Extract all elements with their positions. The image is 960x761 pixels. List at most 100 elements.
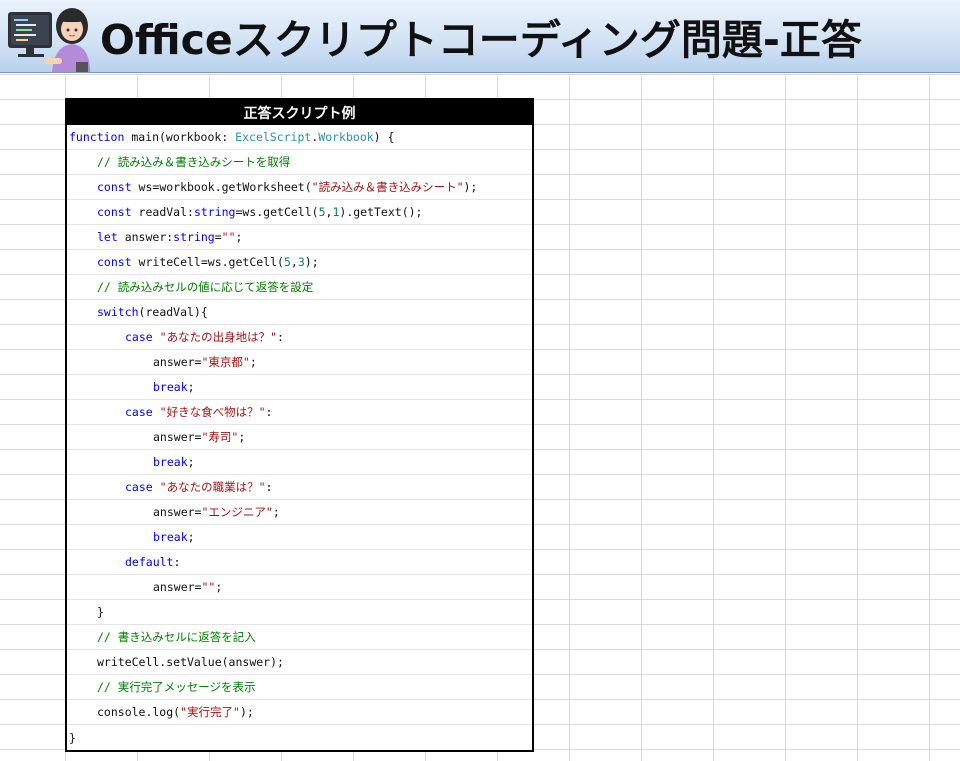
code-line[interactable]: break; bbox=[67, 375, 532, 400]
code-line[interactable]: // 読み込み＆書き込みシートを取得 bbox=[67, 150, 532, 175]
code-token: : bbox=[173, 555, 181, 569]
code-token: Workbook bbox=[318, 130, 374, 144]
code-line[interactable]: // 実行完了メッセージを表示 bbox=[67, 675, 532, 700]
code-number: 5 bbox=[318, 205, 326, 219]
code-string: "エンジニア" bbox=[201, 505, 273, 519]
code-comment: // 書き込みセルに返答を記入 bbox=[97, 630, 256, 644]
code-token: ).getText(); bbox=[339, 205, 423, 219]
code-token: ; bbox=[272, 505, 280, 519]
code-line[interactable]: function main(workbook: ExcelScript. Work… bbox=[67, 125, 532, 150]
code-token: answer= bbox=[153, 580, 202, 594]
code-number: 1 bbox=[332, 205, 340, 219]
code-token: case bbox=[125, 480, 153, 494]
code-token: case bbox=[125, 405, 153, 419]
code-token: string bbox=[193, 205, 236, 219]
code-token: default bbox=[125, 555, 174, 569]
code-line[interactable]: case "好きな食べ物は？": bbox=[67, 400, 532, 425]
header-banner: Officeスクリプトコーディング問題-正答 bbox=[0, 0, 960, 73]
code-line[interactable]: default: bbox=[67, 550, 532, 575]
code-line[interactable]: break; bbox=[67, 450, 532, 475]
code-line[interactable]: writeCell.setValue(answer); bbox=[67, 650, 532, 675]
code-token: ws=workbook.getWorksheet( bbox=[131, 180, 312, 194]
code-token: break bbox=[153, 455, 188, 469]
code-string: "寿司" bbox=[201, 430, 239, 444]
code-line[interactable]: break; bbox=[67, 525, 532, 550]
code-line[interactable]: case "あなたの職業は？": bbox=[67, 475, 532, 500]
code-token: writeCell.setValue(answer); bbox=[97, 655, 284, 669]
code-string: "あなたの出身地は？" bbox=[159, 330, 277, 344]
code-string: "好きな食べ物は？" bbox=[159, 405, 266, 419]
code-token: answer= bbox=[153, 430, 202, 444]
page-title: Officeスクリプトコーディング問題-正答 bbox=[100, 16, 862, 64]
code-token: readVal: bbox=[131, 205, 194, 219]
code-token: ; bbox=[235, 230, 243, 244]
code-token: ) { bbox=[373, 130, 395, 144]
code-token: let bbox=[97, 230, 118, 244]
code-token: main(workbook: bbox=[124, 130, 236, 144]
code-line[interactable]: // 書き込みセルに返答を記入 bbox=[67, 625, 532, 650]
code-token: answer= bbox=[153, 355, 202, 369]
code-line[interactable]: console.log("実行完了"); bbox=[67, 700, 532, 725]
code-token: ; bbox=[187, 455, 195, 469]
person-at-computer-icon bbox=[8, 8, 90, 72]
code-token: =ws.getCell( bbox=[235, 205, 319, 219]
code-line[interactable]: } bbox=[67, 600, 532, 625]
code-line[interactable]: // 読み込みセルの値に応じて返答を設定 bbox=[67, 275, 532, 300]
code-line[interactable]: answer= "寿司"; bbox=[67, 425, 532, 450]
code-comment: // 読み込みセルの値に応じて返答を設定 bbox=[97, 280, 314, 294]
code-number: 3 bbox=[297, 255, 305, 269]
code-token: } bbox=[97, 605, 104, 619]
code-string: "東京都" bbox=[201, 355, 250, 369]
code-comment: // 読み込み＆書き込みシートを取得 bbox=[97, 155, 291, 169]
code-token: ExcelScript bbox=[235, 130, 312, 144]
code-string: "読み込み＆書き込みシート" bbox=[311, 180, 464, 194]
code-number: 5 bbox=[283, 255, 291, 269]
code-token: = bbox=[214, 230, 222, 244]
code-token: switch bbox=[97, 305, 139, 319]
code-token: const bbox=[97, 180, 132, 194]
code-token: , bbox=[325, 205, 333, 219]
code-comment: // 実行完了メッセージを表示 bbox=[97, 680, 256, 694]
code-token: : bbox=[265, 405, 273, 419]
code-token: } bbox=[69, 730, 76, 745]
code-token: const bbox=[97, 205, 132, 219]
code-line[interactable]: const ws=workbook.getWorksheet("読み込み＆書き込… bbox=[67, 175, 532, 200]
code-line[interactable]: answer= "エンジニア"; bbox=[67, 500, 532, 525]
code-string: "あなたの職業は？" bbox=[159, 480, 266, 494]
code-table: 正答スクリプト例 function main(workbook: ExcelSc… bbox=[65, 98, 534, 752]
code-line[interactable]: case "あなたの出身地は？": bbox=[67, 325, 532, 350]
code-line[interactable]: } bbox=[67, 725, 532, 750]
code-token: : bbox=[265, 480, 273, 494]
code-token: const bbox=[97, 255, 132, 269]
code-token: function bbox=[69, 130, 125, 144]
code-table-heading: 正答スクリプト例 bbox=[67, 100, 532, 125]
code-token: , bbox=[290, 255, 298, 269]
code-line[interactable]: const writeCell=ws.getCell(5, 3); bbox=[67, 250, 532, 275]
code-token: break bbox=[153, 530, 188, 544]
code-token: writeCell=ws.getCell( bbox=[131, 255, 284, 269]
code-line[interactable]: let answer: string = ""; bbox=[67, 225, 532, 250]
code-token: . bbox=[311, 130, 319, 144]
code-token: ; bbox=[215, 580, 223, 594]
code-token: ; bbox=[187, 380, 195, 394]
code-token: string bbox=[173, 230, 215, 244]
code-line[interactable]: const readVal: string =ws.getCell(5, 1).get… bbox=[67, 200, 532, 225]
code-line[interactable]: answer= "東京都"; bbox=[67, 350, 532, 375]
code-token: answer: bbox=[117, 230, 174, 244]
code-line[interactable]: switch (readVal){ bbox=[67, 300, 532, 325]
code-token: answer= bbox=[153, 505, 202, 519]
code-token: : bbox=[277, 330, 284, 344]
code-token: ); bbox=[304, 255, 319, 269]
code-token: ); bbox=[239, 705, 254, 719]
code-token: (readVal){ bbox=[138, 305, 208, 319]
code-token: console.log( bbox=[97, 705, 181, 719]
code-token: ; bbox=[249, 355, 257, 369]
code-token: ; bbox=[238, 430, 246, 444]
code-line[interactable]: answer= ""; bbox=[67, 575, 532, 600]
code-string: "実行完了" bbox=[180, 705, 240, 719]
code-string: "" bbox=[201, 580, 216, 594]
code-token: ; bbox=[187, 530, 195, 544]
